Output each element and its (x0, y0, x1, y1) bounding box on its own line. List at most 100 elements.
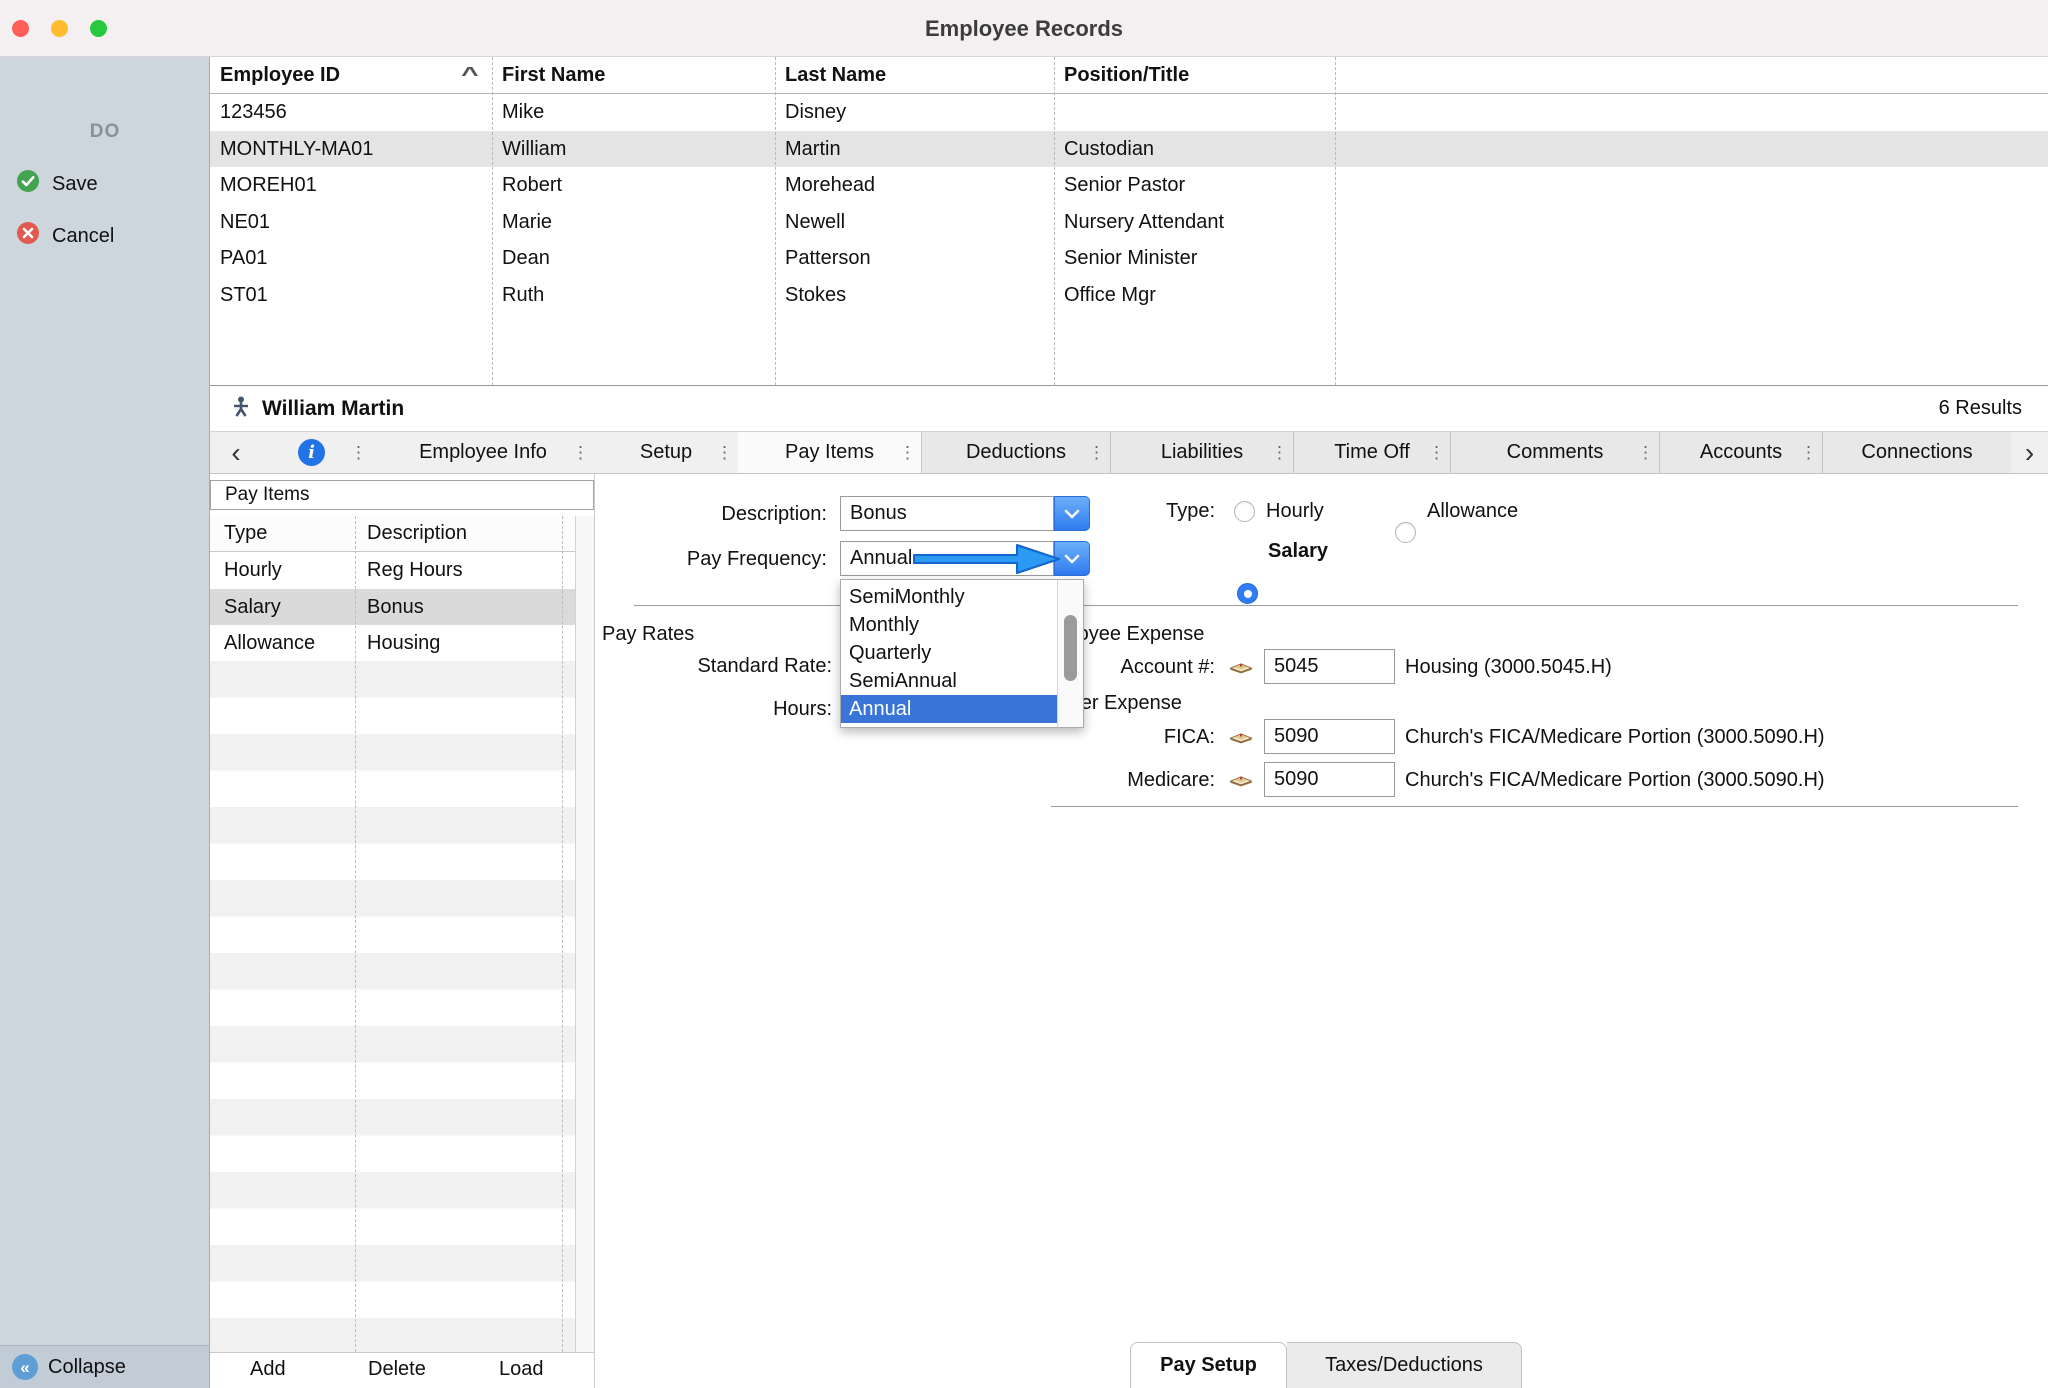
column-header-last-name[interactable]: Last Name (775, 57, 1054, 93)
delete-pay-item-button[interactable]: Delete (368, 1358, 426, 1381)
cancel-button[interactable]: Cancel (0, 216, 210, 256)
tab-record-info[interactable]: i ⋮ (262, 432, 372, 473)
radio-hourly[interactable] (1234, 501, 1255, 522)
panel-divider (594, 474, 595, 1388)
fica-account-field[interactable]: 5090 (1264, 719, 1395, 754)
cell-first-name: Mike (492, 94, 775, 131)
menu-item-semimonthly[interactable]: SemiMonthly (841, 583, 1057, 611)
tab-deductions[interactable]: Deductions⋮ (921, 432, 1110, 473)
column-divider (562, 516, 563, 1352)
scrollbar-thumb[interactable] (1064, 615, 1077, 681)
column-header-type[interactable]: Type (210, 516, 355, 551)
add-pay-item-button[interactable]: Add (250, 1358, 286, 1381)
ledger-icon[interactable] (1228, 657, 1254, 681)
cell-last-name: Disney (775, 94, 1054, 131)
menu-item-monthly[interactable]: Monthly (841, 611, 1057, 639)
ledger-icon[interactable] (1228, 727, 1254, 751)
menu-item-semiannual[interactable]: SemiAnnual (841, 667, 1057, 695)
chevron-down-icon (1064, 554, 1080, 564)
table-row[interactable]: PA01 Dean Patterson Senior Minister (210, 240, 2048, 277)
record-header-bar: William Martin 6 Results (210, 386, 2048, 431)
collapse-chevrons-icon: « (12, 1354, 38, 1380)
pay-frequency-value: Annual (850, 547, 912, 570)
table-row[interactable]: 123456 Mike Disney (210, 94, 2048, 131)
tab-menu-icon[interactable]: ⋮ (350, 443, 367, 463)
tab-setup[interactable]: Setup⋮ (594, 432, 738, 473)
sidebar-header: DO (0, 121, 210, 143)
radio-allowance[interactable] (1395, 522, 1416, 543)
fica-description: Church's FICA/Medicare Portion (3000.509… (1405, 723, 1825, 751)
pay-frequency-field[interactable]: Annual (840, 541, 1054, 576)
account-number-field[interactable]: 5045 (1264, 649, 1395, 684)
tab-connections[interactable]: Connections (1822, 432, 2011, 473)
pay-frequency-dropdown-button[interactable] (1054, 541, 1090, 576)
pay-item-row[interactable]: Allowance Housing (210, 625, 575, 662)
collapse-sidebar-button[interactable]: « Collapse (0, 1345, 210, 1388)
pay-items-scrollbar[interactable] (575, 516, 594, 1352)
info-icon: i (298, 439, 325, 466)
column-header-description[interactable]: Description (355, 516, 575, 551)
bottom-tab-bar: Pay Setup Taxes/Deductions (1130, 1342, 1522, 1388)
tab-menu-icon[interactable]: ⋮ (1637, 443, 1654, 463)
table-row[interactable]: NE01 Marie Newell Nursery Attendant (210, 204, 2048, 241)
cell-last-name: Martin (775, 131, 1054, 168)
tab-taxes-deductions[interactable]: Taxes/Deductions (1287, 1342, 1522, 1388)
dropdown-options: SemiMonthly Monthly Quarterly SemiAnnual… (841, 580, 1057, 727)
pay-frequency-dropdown-menu: SemiMonthly Monthly Quarterly SemiAnnual… (840, 579, 1084, 728)
radio-salary-label[interactable]: Salary (1268, 537, 1328, 565)
tab-liabilities[interactable]: Liabilities⋮ (1110, 432, 1293, 473)
tabs-scroll-right-button[interactable]: › (2011, 432, 2048, 473)
description-field[interactable]: Bonus (840, 496, 1054, 531)
cell-type: Salary (210, 589, 355, 626)
employee-table-header: Employee ID ^ First Name Last Name Posit… (210, 57, 2048, 94)
radio-salary-selected[interactable] (1237, 583, 1258, 604)
radio-hourly-label[interactable]: Hourly (1266, 497, 1324, 525)
type-label: Type: (1050, 497, 1215, 525)
close-window-button[interactable] (12, 20, 29, 37)
account-description: Housing (3000.5045.H) (1405, 653, 1612, 681)
column-header-position-title[interactable]: Position/Title (1054, 57, 1335, 93)
cell-position (1054, 94, 1335, 131)
window-title: Employee Records (0, 0, 2048, 57)
tab-menu-icon[interactable]: ⋮ (1088, 443, 1105, 463)
table-row-selected[interactable]: MONTHLY-MA01 William Martin Custodian (210, 131, 2048, 168)
radio-allowance-label[interactable]: Allowance (1427, 497, 1518, 525)
tab-menu-icon[interactable]: ⋮ (1800, 443, 1817, 463)
tab-time-off[interactable]: Time Off⋮ (1293, 432, 1450, 473)
hours-label: Hours: (600, 695, 832, 723)
pay-item-row[interactable]: Hourly Reg Hours (210, 552, 575, 589)
tab-accounts[interactable]: Accounts⋮ (1659, 432, 1822, 473)
tab-menu-icon[interactable]: ⋮ (1428, 443, 1445, 463)
pay-rates-label: Pay Rates (602, 620, 694, 648)
menu-item-quarterly[interactable]: Quarterly (841, 639, 1057, 667)
tab-comments[interactable]: Comments⋮ (1450, 432, 1659, 473)
tab-menu-icon[interactable]: ⋮ (716, 443, 733, 463)
pay-items-empty-rows[interactable] (210, 661, 575, 1352)
column-divider (492, 57, 493, 385)
zoom-window-button[interactable] (90, 20, 107, 37)
save-button[interactable]: Save (0, 164, 210, 204)
sort-ascending-icon[interactable]: ^ (461, 57, 479, 93)
tab-menu-icon[interactable]: ⋮ (572, 443, 589, 463)
tabs-scroll-left-button[interactable]: ‹ (210, 432, 262, 473)
tab-employee-info[interactable]: Employee Info⋮ (372, 432, 594, 473)
tab-pay-setup[interactable]: Pay Setup (1130, 1342, 1287, 1388)
cell-last-name: Patterson (775, 240, 1054, 277)
tab-pay-items[interactable]: Pay Items⋮ (738, 432, 921, 473)
ledger-icon[interactable] (1228, 770, 1254, 794)
cell-employee-id: MONTHLY-MA01 (210, 131, 492, 168)
table-row[interactable]: ST01 Ruth Stokes Office Mgr (210, 277, 2048, 314)
table-row[interactable]: MOREH01 Robert Morehead Senior Pastor (210, 167, 2048, 204)
load-pay-item-button[interactable]: Load (499, 1358, 544, 1381)
tab-bar: ‹ i ⋮ Employee Info⋮ Setup⋮ Pay Items⋮ D… (210, 431, 2048, 474)
pay-item-row-selected[interactable]: Salary Bonus (210, 589, 575, 626)
menu-item-annual-selected[interactable]: Annual (841, 695, 1057, 723)
column-header-employee-id[interactable]: Employee ID ^ (210, 57, 492, 93)
column-header-first-name[interactable]: First Name (492, 57, 775, 93)
tab-menu-icon[interactable]: ⋮ (899, 443, 916, 463)
dropdown-scrollbar[interactable] (1057, 580, 1083, 727)
tab-menu-icon[interactable]: ⋮ (1271, 443, 1288, 463)
medicare-account-field[interactable]: 5090 (1264, 762, 1395, 797)
medicare-label: Medicare: (1000, 766, 1215, 794)
minimize-window-button[interactable] (51, 20, 68, 37)
